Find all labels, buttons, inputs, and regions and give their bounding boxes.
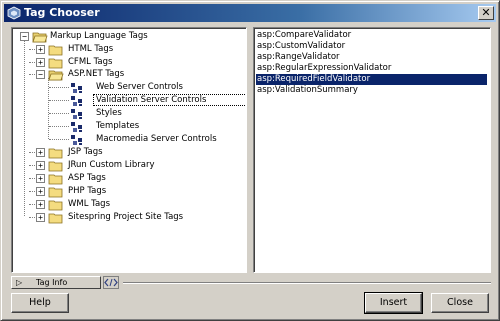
tag-info-toggle[interactable]: ▷ Tag Info <box>11 276 101 289</box>
expand-icon[interactable]: + <box>36 174 45 183</box>
tree-node-label: WML Tags <box>68 199 110 209</box>
list-item[interactable]: asp:CustomValidator <box>256 41 345 52</box>
tag-chooser-dialog: Tag Chooser ✕ − Markup Language Tags + H… <box>0 0 500 321</box>
tree-node-label: Sitespring Project Site Tags <box>68 212 184 222</box>
folder-open-icon <box>32 32 48 43</box>
folder-icon <box>48 213 63 224</box>
tag-library-icon <box>71 109 82 119</box>
expand-icon[interactable]: + <box>36 161 45 170</box>
list-item[interactable]: asp:ValidationSummary <box>256 85 358 96</box>
folder-icon <box>48 58 63 69</box>
folder-icon <box>48 187 63 198</box>
tree-node-label: JSP Tags <box>68 147 103 157</box>
tree-node-jrun-custom-library[interactable]: + JRun Custom Library <box>16 160 216 172</box>
tag-list-panel[interactable]: asp:CompareValidator asp:CustomValidator… <box>253 27 491 273</box>
expand-icon[interactable]: + <box>36 213 45 222</box>
tree-node-sitespring-project-site-tags[interactable]: + Sitespring Project Site Tags <box>16 212 236 224</box>
tree-node-label: JRun Custom Library <box>68 160 155 170</box>
collapse-icon[interactable]: − <box>20 32 29 41</box>
tree-node-asp-tags[interactable]: + ASP Tags <box>16 173 216 185</box>
tree-node-label: Markup Language Tags <box>50 31 148 41</box>
folder-icon <box>48 200 63 211</box>
expand-icon[interactable]: + <box>36 58 45 67</box>
expand-icon[interactable]: + <box>36 148 45 157</box>
tag-info-bar: ▷ Tag Info <box>11 276 491 290</box>
window-title: Tag Chooser <box>24 6 100 19</box>
tag-library-icon <box>71 122 82 132</box>
tree-node-jsp-tags[interactable]: + JSP Tags <box>16 147 216 159</box>
tag-library-icon <box>71 83 82 93</box>
tree-node-aspnet-tags[interactable]: − ASP.NET Tags <box>16 69 216 81</box>
separator <box>123 282 491 284</box>
tree-node-label: ASP.NET Tags <box>68 69 125 79</box>
expand-icon[interactable]: + <box>36 45 45 54</box>
tree-node-label: Macromedia Server Controls <box>96 134 217 144</box>
collapse-icon[interactable]: − <box>36 70 45 79</box>
tag-tree-panel[interactable]: − Markup Language Tags + HTML Tags + CFM… <box>11 27 247 273</box>
help-button[interactable]: Help <box>11 293 69 313</box>
tree-node-php-tags[interactable]: + PHP Tags <box>16 186 216 198</box>
tree-root-markup-language-tags[interactable]: − Markup Language Tags <box>16 31 236 43</box>
tree-node-label: Templates <box>96 121 140 131</box>
tree-node-label: Styles <box>96 108 122 118</box>
tag-library-icon <box>71 135 82 145</box>
close-icon[interactable]: ✕ <box>478 6 494 20</box>
insert-button[interactable]: Insert <box>364 292 423 314</box>
tree-node-macromedia-server-controls[interactable]: Macromedia Server Controls <box>16 134 241 146</box>
tree-node-label: HTML Tags <box>68 44 114 54</box>
folder-icon <box>48 161 63 172</box>
tree-node-label: CFML Tags <box>68 57 113 67</box>
tree-node-templates[interactable]: Templates <box>16 121 216 133</box>
tree-node-label: Web Server Controls <box>96 82 183 92</box>
tree-node-label: ASP Tags <box>68 173 106 183</box>
close-button[interactable]: Close <box>431 293 489 313</box>
tree-node-wml-tags[interactable]: + WML Tags <box>16 199 216 211</box>
list-item[interactable]: asp:CompareValidator <box>256 30 351 41</box>
folder-open-icon <box>48 70 64 81</box>
tree-node-styles[interactable]: Styles <box>16 108 216 120</box>
folder-icon <box>48 174 63 185</box>
title-bar[interactable]: Tag Chooser ✕ <box>4 4 496 22</box>
tree-node-label: PHP Tags <box>68 186 107 196</box>
tag-brackets-icon[interactable] <box>103 276 119 289</box>
list-item[interactable]: asp:RangeValidator <box>256 52 340 63</box>
tag-info-label: Tag Info <box>36 278 68 287</box>
tree-node-cfml-tags[interactable]: + CFML Tags <box>16 57 216 69</box>
expand-icon[interactable]: + <box>36 200 45 209</box>
tree-node-html-tags[interactable]: + HTML Tags <box>16 44 216 56</box>
tree-node-validation-server-controls[interactable]: Validation Server Controls <box>16 94 246 107</box>
tag-library-icon <box>71 96 82 106</box>
folder-icon <box>48 45 63 56</box>
tree-node-label: Validation Server Controls <box>93 94 246 106</box>
tree-node-web-server-controls[interactable]: Web Server Controls <box>16 82 226 94</box>
expand-icon[interactable]: + <box>36 187 45 196</box>
tag-chooser-icon <box>7 6 21 20</box>
folder-icon <box>48 148 63 159</box>
list-item[interactable]: asp:RegularExpressionValidator <box>256 63 391 74</box>
list-item-selected[interactable]: asp:RequiredFieldValidator <box>256 74 487 85</box>
expand-arrow-icon: ▷ <box>16 278 23 287</box>
